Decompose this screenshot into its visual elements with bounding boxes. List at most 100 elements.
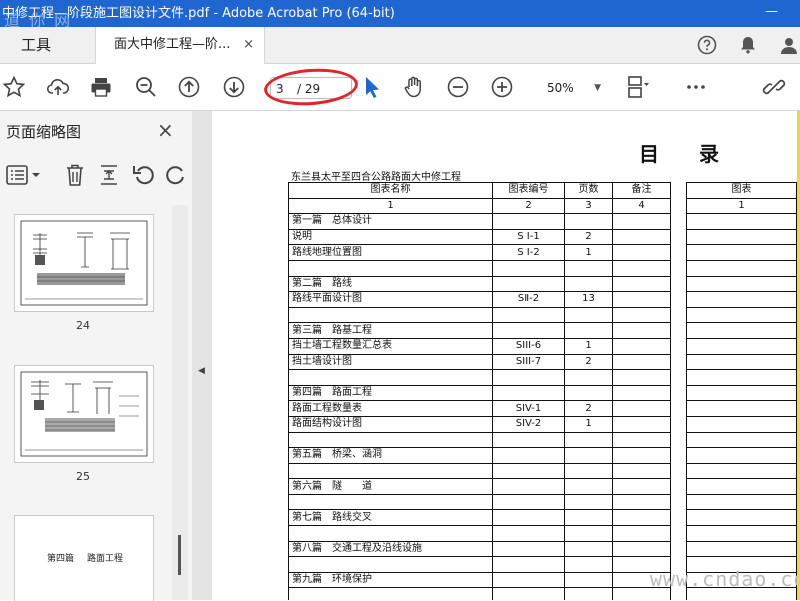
table-cell [492,447,565,464]
scrollbar-thumb[interactable] [178,535,181,575]
table-cell [686,244,797,261]
zoom-out-icon[interactable] [446,75,470,99]
table-cell [612,259,671,277]
rotate-right-icon[interactable] [166,163,186,187]
account-icon[interactable] [779,35,799,55]
table-cell [686,462,797,480]
table-cell [288,462,493,480]
table-cell: 1 [686,197,797,215]
table-cell [612,447,671,464]
table-row [686,369,797,386]
select-cursor-icon[interactable] [360,75,384,99]
table-row [288,525,671,542]
table-cell [686,431,797,449]
table-row [686,384,797,402]
rotate-left-icon[interactable] [132,163,156,187]
toc-table: 图表名称 图表编号 页数 备注 1 2 3 4 第一篇 总体设计 说明 S Ⅰ-1 2 路线地理位置图 S… [288,182,671,600]
zoom-in-icon[interactable] [490,75,514,99]
table-cell: 第七篇 路线交叉 [288,509,493,527]
table-cell [612,213,671,230]
table-cell: SⅡ-2 [492,291,565,308]
tab-close-icon[interactable]: × [243,27,254,63]
page-up-icon[interactable] [177,75,201,99]
print-icon[interactable] [89,75,113,99]
table-cell [492,540,565,558]
table-cell [288,493,493,511]
table-cell [612,369,671,386]
page-thumbnail-25[interactable] [14,365,154,463]
document-heading: 目录 [639,142,759,166]
chevron-down-icon: ▼ [594,83,601,93]
table-cell: 说明 [288,228,493,246]
more-icon[interactable] [684,75,708,99]
cloud-upload-icon[interactable] [46,75,70,99]
table-cell [686,213,797,230]
star-icon[interactable] [2,75,26,99]
table-cell [492,275,565,293]
table-row [686,337,797,355]
notification-bell-icon[interactable] [738,35,758,55]
table-row: 1 [686,197,797,215]
table-row [686,415,797,433]
thumbnail-options-icon[interactable] [6,164,42,186]
table-cell [492,478,565,495]
table-cell [492,384,565,402]
panel-close-icon[interactable]: × [157,118,174,142]
tab-tools[interactable]: 工具 [3,27,83,63]
table-cell [612,400,671,417]
table-cell [564,431,613,449]
table-row: 挡土墙工程数量汇总表 SIII-6 1 [288,337,671,355]
page-layout-icon[interactable] [626,75,650,99]
table-cell: 图表编号 [492,182,565,199]
table-cell [492,493,565,511]
table-cell: 1 [564,415,613,433]
site-watermark-url: www.cndao.com [650,567,797,591]
table-row [686,306,797,324]
table-cell: 13 [564,291,613,308]
table-row [686,478,797,495]
table-cell [564,571,613,589]
table-cell: 第四篇 路面工程 [288,384,493,402]
table-cell [564,540,613,558]
page-down-icon[interactable] [222,75,246,99]
page-thumbnail-24[interactable] [14,214,154,312]
table-cell: 挡土墙工程数量汇总表 [288,337,493,355]
table-cell: 备注 [612,182,671,199]
document-page[interactable]: 目录 东兰县太平至四合公路路面大中修工程 图表名称 图表编号 页数 备注 1 2 3 4 第一篇… [212,111,797,600]
tab-document-label: 面大中修工程—阶... [114,37,231,52]
trash-icon[interactable] [64,163,86,187]
table-row: 说明 S Ⅰ-1 2 [288,228,671,246]
zoom-select[interactable]: 50% ▼ [533,77,605,99]
table-row [288,306,671,324]
thumbnail-label-25: 25 [76,470,90,483]
table-cell [686,525,797,542]
table-cell [492,369,565,386]
table-cell: SIII-7 [492,353,565,371]
table-cell [686,415,797,433]
minimize-button[interactable]: — [765,0,778,25]
table-row [686,509,797,527]
table-cell [492,587,565,600]
table-cell [288,369,493,386]
table-cell [612,493,671,511]
panel-collapse-handle[interactable]: ◀ [192,111,212,600]
table-cell: SIII-6 [492,337,565,355]
table-row [288,431,671,449]
table-row: 第七篇 路线交叉 [288,509,671,527]
table-cell [564,493,613,511]
table-cell: 3 [564,197,613,215]
hand-tool-icon[interactable] [402,75,426,99]
extract-pages-icon[interactable] [98,163,120,187]
zoom-out-search-icon[interactable] [134,75,158,99]
thumbnails-scrollbar[interactable] [172,205,188,600]
sign-icon[interactable] [762,75,786,99]
table-cell [612,322,671,339]
table-cell [686,493,797,511]
table-row [686,353,797,371]
project-name: 东兰县太平至四合公路路面大中修工程 [291,172,461,183]
tab-document[interactable]: 面大中修工程—阶... × [95,27,265,64]
page-thumbnail-26[interactable]: 第四篇 路面工程 [14,515,154,601]
table-row: 第二篇 路线 [288,275,671,293]
help-icon[interactable] [697,35,717,55]
table-cell [612,306,671,324]
